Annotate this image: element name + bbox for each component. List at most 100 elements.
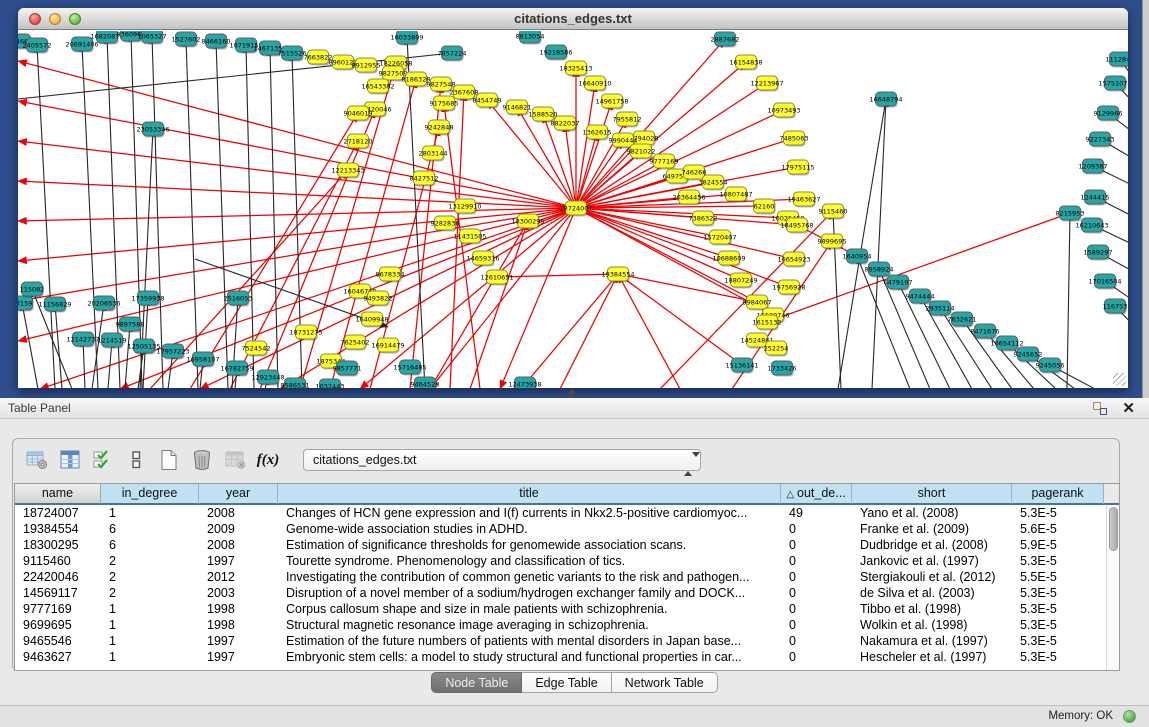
- zoom-window-button[interactable]: [69, 13, 81, 25]
- table-row[interactable]: 969969511998Structural magnetic resonanc…: [15, 617, 1106, 633]
- graph-node[interactable]: 8466160: [202, 34, 231, 50]
- close-panel-icon[interactable]: ✕: [1122, 399, 1135, 417]
- graph-node[interactable]: 115082: [20, 282, 45, 298]
- graph-node[interactable]: 15720407: [703, 230, 736, 246]
- delete-file-trash-icon[interactable]: [190, 448, 214, 472]
- table-row[interactable]: 2242004622012Investigating the contribut…: [15, 569, 1106, 585]
- graph-node[interactable]: 9129966: [1094, 106, 1123, 122]
- graph-node[interactable]: 12213967: [750, 76, 783, 92]
- graph-node[interactable]: 6479197: [884, 275, 913, 291]
- graph-edge[interactable]: [18, 61, 576, 208]
- graph-node[interactable]: 1244415: [1081, 190, 1110, 206]
- graph-node[interactable]: 9242848: [425, 120, 454, 136]
- graph-node[interactable]: 7524542: [242, 341, 271, 357]
- graph-node[interactable]: 15751074: [1098, 76, 1128, 92]
- graph-node[interactable]: 7857224: [438, 46, 467, 62]
- graph-node[interactable]: 116753: [1103, 299, 1128, 315]
- graph-node[interactable]: 9245056: [1036, 358, 1065, 374]
- tab-network-table[interactable]: Network Table: [612, 672, 718, 693]
- graph-node[interactable]: 17359938: [131, 291, 164, 307]
- column-header-short[interactable]: short: [852, 484, 1012, 505]
- column-header-name[interactable]: name: [15, 484, 101, 505]
- graph-node[interactable]: 1065327: [138, 31, 167, 45]
- column-header-pagerank[interactable]: pagerank: [1012, 484, 1104, 505]
- table-row[interactable]: 1872400712008Changes of HCN gene express…: [15, 505, 1106, 521]
- graph-node[interactable]: 16654923: [777, 252, 810, 268]
- graph-node[interactable]: 9777169: [650, 154, 679, 170]
- graph-node[interactable]: 2405572: [23, 38, 52, 54]
- graph-node[interactable]: 9857771: [333, 361, 362, 377]
- column-header-in_degree[interactable]: in_degree: [101, 484, 199, 505]
- graph-node[interactable]: 18300295: [511, 214, 544, 230]
- graph-node[interactable]: 9282836: [431, 216, 460, 232]
- graph-node[interactable]: 1214519: [98, 333, 127, 349]
- graph-node[interactable]: 19218586: [539, 45, 572, 61]
- graph-node[interactable]: 8912955: [352, 58, 381, 74]
- graph-edge[interactable]: [500, 208, 576, 388]
- graph-node[interactable]: 252254: [764, 341, 789, 357]
- merge-rows-icon[interactable]: [124, 448, 148, 472]
- graph-node[interactable]: 16154838: [729, 55, 762, 71]
- graph-node[interactable]: 9175685: [430, 96, 459, 112]
- graph-node[interactable]: 16782759: [220, 361, 253, 377]
- graph-node[interactable]: 8427512: [410, 171, 439, 187]
- table-row[interactable]: 1938455462009Genome-wide association stu…: [15, 521, 1106, 537]
- graph-node[interactable]: 15136141: [725, 358, 758, 374]
- graph-node[interactable]: 2718120: [344, 134, 373, 150]
- graph-node[interactable]: 19384554: [601, 267, 634, 283]
- graph-node[interactable]: 9115460: [819, 204, 848, 220]
- graph-node[interactable]: 8813054: [516, 31, 545, 45]
- graph-node[interactable]: 10807487: [719, 187, 752, 203]
- new-file-icon[interactable]: [157, 448, 181, 472]
- graph-edge[interactable]: [125, 324, 130, 388]
- function-builder-icon[interactable]: f(x): [256, 448, 280, 472]
- graph-node[interactable]: 7955812: [613, 112, 642, 128]
- graph-node[interactable]: 16958107: [186, 352, 219, 368]
- graph-node[interactable]: 23053346: [136, 122, 169, 138]
- table-row[interactable]: 946362711997Embryonic stem cells: a mode…: [15, 649, 1106, 665]
- column-edit-icon[interactable]: [58, 448, 82, 472]
- graph-node[interactable]: 9227343: [1086, 132, 1115, 148]
- graph-node[interactable]: 13129910: [448, 199, 481, 215]
- graph-node[interactable]: 12142737: [66, 332, 99, 348]
- graph-node[interactable]: 12213343: [331, 163, 364, 179]
- graph-node[interactable]: 14659316: [466, 251, 499, 267]
- graph-node[interactable]: 9493822: [364, 291, 393, 307]
- graph-edge[interactable]: [270, 48, 278, 388]
- graph-node[interactable]: 93159: [18, 296, 34, 312]
- column-header-out_degree[interactable]: △out_de...: [781, 484, 852, 505]
- column-header-year[interactable]: year: [199, 484, 278, 505]
- graph-node[interactable]: 2516053: [224, 291, 253, 307]
- minimize-window-button[interactable]: [49, 13, 61, 25]
- graph-node[interactable]: 18325413: [559, 61, 592, 77]
- float-panel-button[interactable]: [1093, 402, 1107, 415]
- graph-node[interactable]: 8454749: [473, 93, 502, 109]
- graph-node[interactable]: 10688609: [712, 251, 745, 267]
- graph-node[interactable]: 9586531: [281, 378, 310, 388]
- graph-node[interactable]: 3824554: [699, 175, 728, 191]
- graph-node[interactable]: 10973493: [767, 103, 800, 119]
- graph-node[interactable]: 9046019: [344, 106, 373, 122]
- graph-node[interactable]: 16033809: [390, 31, 423, 46]
- memory-ok-indicator-icon[interactable]: [1123, 710, 1136, 723]
- graph-node[interactable]: 7485063: [780, 131, 809, 147]
- graph-node[interactable]: 16914479: [371, 338, 404, 354]
- graph-node[interactable]: 9146821: [503, 100, 532, 116]
- graph-edge[interactable]: [246, 45, 254, 388]
- graph-node[interactable]: 16543382: [361, 79, 394, 95]
- graph-node[interactable]: 19463627: [787, 192, 820, 208]
- table-row[interactable]: 1456911722003Disruption of a novel membe…: [15, 585, 1106, 601]
- tab-node-table[interactable]: Node Table: [431, 672, 522, 693]
- graph-edge[interactable]: [618, 274, 680, 388]
- graph-node[interactable]: 8822037: [551, 116, 580, 132]
- graph-edge[interactable]: [18, 141, 576, 208]
- graph-node[interactable]: 7625402: [341, 335, 370, 351]
- graph-node[interactable]: 62160: [754, 199, 776, 215]
- table-vertical-scrollbar[interactable]: [1106, 505, 1119, 670]
- graph-node[interactable]: 15716485: [393, 360, 426, 376]
- graph-node[interactable]: 18731275: [289, 325, 322, 341]
- graph-node[interactable]: 1589297: [1084, 245, 1113, 261]
- graph-edge[interactable]: [186, 39, 198, 388]
- network-canvas[interactable]: 2646612405572206914061682087193609691065…: [18, 31, 1128, 388]
- tab-edge-table[interactable]: Edge Table: [522, 672, 611, 693]
